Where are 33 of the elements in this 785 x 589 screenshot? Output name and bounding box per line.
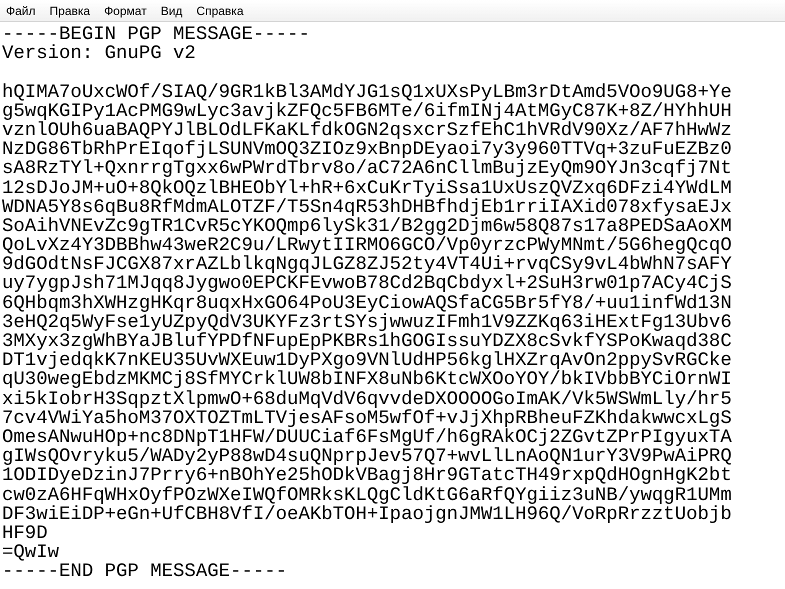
text-line: qU30wegEbdzMKMCj8SfMYCrklUW8bINFX8uNb6KtcWXOoYOY/bkIVbbBYCiOrnWI — [2, 370, 732, 390]
text-line: HF9D — [2, 524, 48, 544]
menu-item[interactable]: Вид — [154, 0, 188, 22]
text-line: 9dGOdtNsFJCGX87xrAZLblkqNgqJLGZ8ZJ52ty4VT4Ui+rvqCSy9vL4bWhN7sAFY — [2, 255, 732, 274]
menu-item[interactable]: Справка — [190, 0, 250, 22]
text-line: OmesANwuHOp+nc8DNpT1HFW/DUUCiaf6FsMgUf/h6gRAkOCj2ZGvtZPrPIgyuxTA — [2, 428, 732, 448]
text-line: DF3wiEiDP+eGn+UfCBH8VfI/oeAKbTOH+IpaojgnJMW1LH96Q/VoRpRrzztUobjb — [2, 504, 732, 524]
menu-item[interactable]: Файл — [0, 0, 42, 22]
text-line: =QwIw — [2, 543, 60, 562]
text-line: 3MXyx3zgWhBYaJBlufYPDfNFupEpPKBRs1hGOGIssuYDZX8cSvkfYSPoKwaqd38C — [2, 332, 732, 352]
text-line: SoAihVNEvZc9gTR1CvR5cYKOQmp6lySk31/B2gg2Djm6w58Q87s17a8PEDSaAoXM — [2, 216, 732, 236]
text-line: 7cv4VWiYa5hoM37OXTOZTmLTVjesAFsoM5wfOf+vJjXhpRBheuFZKhdakwwcxLgS — [2, 408, 732, 428]
menu-item[interactable]: Правка — [44, 0, 96, 22]
text-line: WDNA5Y8s6qBu8RfMdmALOTZF/T5Sn4qR53hDHBfhdjEb1rriIAXid078xfysaEJx — [2, 198, 732, 217]
text-line: 12sDJoJM+uO+8QkOQzlBHEObYl+hR+6xCuKrTyiSsa1UxUszQVZxq6DFzi4YWdLM — [2, 178, 732, 198]
text-line: NzDG86TbRhPrEIqofjLSUNVmOQ3ZIOz9xBnpDEyaoi7y3y960TTVq+3zuFuEZBz0 — [2, 140, 732, 160]
text-line: sA8RzTYl+QxnrrgTgxx6wPWrdTbrv8o/aC72A6nCllmBujzEyQm9OYJn3cqfj7Nt — [2, 159, 732, 178]
text-line: 1ODIDyeDzinJ7Prry6+nBOhYe25hODkVBagj8Hr9GTatcTH49rxpQdHOgnHgK2bt — [2, 466, 732, 486]
text-line: uy7ygpJsh71MJqq8Jygwo0EPCKFEvwoB78Cd2BqCbdyxl+2SuH3rw01p7ACy4CjS — [2, 274, 732, 294]
text-line: g5wqKGIPy1AcPMG9wLyc3avjkZFQc5FB6MTe/6ifmINj4AtMGyC87K+8Z/HYhhUH — [2, 102, 732, 121]
text-line: -----BEGIN PGP MESSAGE----- — [2, 25, 310, 44]
text-line: xi5kIobrH3SqpztXlpmwO+68duMqVdV6qvvdeDXOOOOGoImAK/Vk5WSWmLly/hr5 — [2, 390, 732, 409]
text-line: QoLvXz4Y3DBBhw43weR2C9u/LRwytIIRMO6GCO/Vp0yrzcPWyMNmt/5G6hegQcqO — [2, 236, 732, 256]
text-line: 3eHQ2q5WyFse1yUZpyQdV3UKYFz3rtSYsjwwuzIFmh1V9ZZKq63iHExtFg13Ubv6 — [2, 312, 732, 332]
text-line: -----END PGP MESSAGE----- — [2, 562, 288, 582]
text-line: hQIMA7oUxcWOf/SIAQ/9GR1kBl3AMdYJG1sQ1xUXsPyLBm3rDtAmd5VOo9UG8+Ye — [2, 82, 732, 102]
text-line: vznlOUh6uaBAQPYJlBLOdLFKaKLfdkOGN2qsxcrSzfEhC1hVRdV90Xz/AF7hHwWz — [2, 120, 732, 140]
text-line: 6QHbqm3hXWHzgHKqr8uqxHxGO64PoU3EyCiowAQSfaCG5Br5fY8/+uu1infWd13N — [2, 294, 732, 313]
text-line: gIWsQOvryku5/WADy2yP88wD4suQNprpJev57Q7+wvLlLnAoQN1urY3V9PwAiPRQ — [2, 447, 732, 466]
menu-item[interactable]: Формат — [98, 0, 153, 22]
text-line: Version: GnuPG v2 — [2, 44, 196, 64]
text-line: DT1vjedqkK7nKEU35UvWXEuw1DyPXgo9VNlUdHP56kglHXZrqAvOn2ppySvRGCke — [2, 351, 732, 370]
text-line: cw0zA6HFqWHxOyfPOzWXeIWQfOMRksKLQgCldKtG6aRfQYgiiz3uNB/ywqgR1UMm — [2, 486, 732, 505]
